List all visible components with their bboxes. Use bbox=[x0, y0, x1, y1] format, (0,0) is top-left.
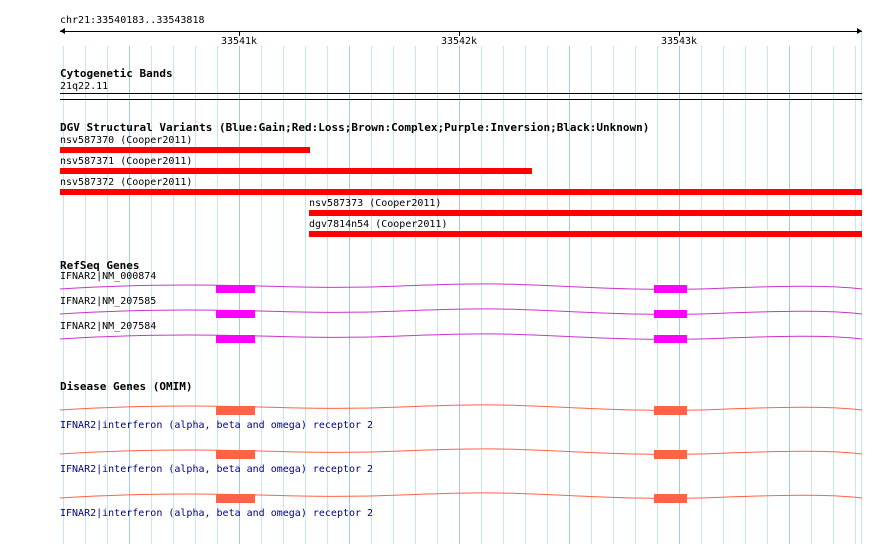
refseq-transcript-label[interactable]: IFNAR2|NM_207585 bbox=[60, 296, 156, 307]
dgv-track-title: DGV Structural Variants (Blue:Gain;Red:L… bbox=[60, 121, 650, 134]
location-label: chr21:33540183..33543818 bbox=[60, 15, 205, 26]
dgv-feature-bar[interactable] bbox=[60, 168, 532, 174]
ruler-left-arrow-icon[interactable] bbox=[60, 28, 65, 34]
ruler-tick-label: 33543k bbox=[660, 36, 698, 47]
dgv-feature-label[interactable]: dgv7814n54 (Cooper2011) bbox=[309, 219, 447, 230]
dgv-feature-bar[interactable] bbox=[309, 210, 862, 216]
ruler-right-arrow-icon[interactable] bbox=[857, 28, 862, 34]
cytoband-band-top[interactable] bbox=[60, 93, 862, 94]
dgv-feature-label[interactable]: nsv587373 (Cooper2011) bbox=[309, 198, 441, 209]
refseq-transcript-label[interactable]: IFNAR2|NM_000874 bbox=[60, 271, 156, 282]
omim-gene-label[interactable]: IFNAR2|interferon (alpha, beta and omega… bbox=[60, 420, 373, 431]
dgv-feature-label[interactable]: nsv587371 (Cooper2011) bbox=[60, 156, 192, 167]
omim-track-title: Disease Genes (OMIM) bbox=[60, 380, 193, 393]
dgv-feature-bar[interactable] bbox=[60, 147, 310, 153]
omim-gene-label[interactable]: IFNAR2|interferon (alpha, beta and omega… bbox=[60, 464, 373, 475]
ruler-tick-label: 33541k bbox=[220, 36, 258, 47]
refseq-transcript-label[interactable]: IFNAR2|NM_207584 bbox=[60, 321, 156, 332]
dgv-feature-label[interactable]: nsv587370 (Cooper2011) bbox=[60, 135, 192, 146]
cytobands-track-title: Cytogenetic Bands bbox=[60, 67, 173, 80]
cytoband-label[interactable]: 21q22.11 bbox=[60, 81, 108, 92]
ruler-axis bbox=[60, 31, 862, 32]
dgv-feature-bar[interactable] bbox=[60, 189, 862, 195]
omim-gene-label[interactable]: IFNAR2|interferon (alpha, beta and omega… bbox=[60, 508, 373, 519]
cytoband-band-bottom[interactable] bbox=[60, 99, 862, 100]
dgv-feature-bar[interactable] bbox=[309, 231, 862, 237]
dgv-feature-label[interactable]: nsv587372 (Cooper2011) bbox=[60, 177, 192, 188]
ruler-tick-label: 33542k bbox=[440, 36, 478, 47]
